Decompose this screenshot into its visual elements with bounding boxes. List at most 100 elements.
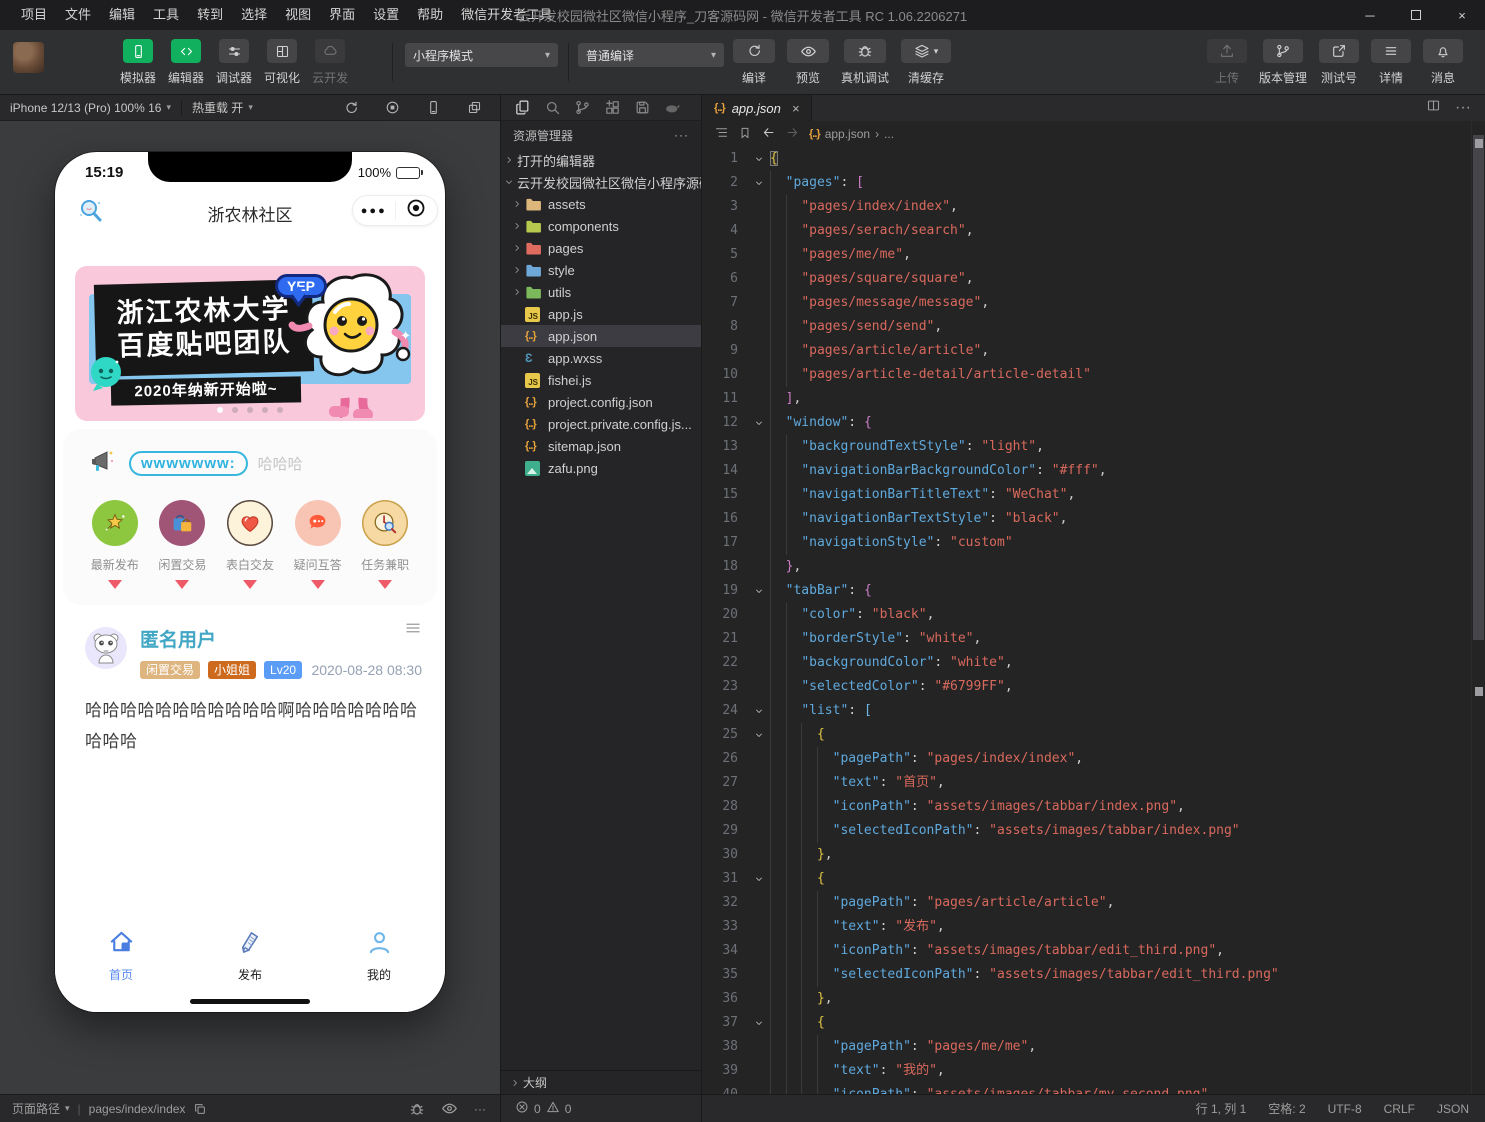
tab-app-json[interactable]: {..} app.json × — [702, 95, 812, 121]
code-line-1[interactable]: 1{ — [702, 147, 1471, 171]
file-item-components[interactable]: components — [501, 215, 701, 237]
more-actions-icon[interactable]: ··· — [474, 1102, 486, 1116]
editor-scrollbar[interactable] — [1471, 121, 1485, 1094]
file-item-app.wxss[interactable]: Ɛapp.wxss — [501, 347, 701, 369]
scrollbar-thumb[interactable] — [1473, 135, 1484, 640]
debug-icon[interactable] — [409, 1101, 425, 1117]
carousel-dot[interactable] — [232, 407, 238, 413]
capsule-more-button[interactable]: ●●● — [353, 205, 395, 217]
toolbar-button-可视化[interactable]: 可视化 — [264, 39, 300, 86]
file-item-sitemap.json[interactable]: {..}sitemap.json — [501, 435, 701, 457]
outline-section[interactable]: 大纲 — [501, 1070, 701, 1094]
bookmark-icon[interactable] — [738, 126, 752, 143]
code-line-5[interactable]: 5 "pages/me/me", — [702, 243, 1471, 267]
capsule-exit-button[interactable] — [396, 197, 438, 224]
fold-chevron-icon[interactable] — [748, 723, 770, 747]
toolbar-button-测试号[interactable]: 测试号 — [1319, 39, 1359, 86]
code-line-14[interactable]: 14 "navigationBarBackgroundColor": "#fff… — [702, 459, 1471, 483]
code-line-35[interactable]: 35 "selectedIconPath": "assets/images/ta… — [702, 963, 1471, 987]
code-line-16[interactable]: 16 "navigationBarTextStyle": "black", — [702, 507, 1471, 531]
indent-setting[interactable]: 空格: 2 — [1268, 1100, 1305, 1117]
code-line-2[interactable]: 2 "pages": [ — [702, 171, 1471, 195]
stop-icon[interactable] — [385, 100, 400, 116]
category-疑问互答[interactable]: 疑问互答 — [284, 500, 352, 589]
menu-item[interactable]: 项目 — [12, 0, 56, 30]
eol-setting[interactable]: CRLF — [1384, 1102, 1415, 1116]
toolbar-button-编译[interactable]: 编译 — [733, 39, 775, 86]
phone-tab-首页[interactable]: 首页 — [95, 929, 147, 1012]
post-card[interactable]: 匿名用户 闲置交易小姐姐Lv20 2020-08-28 08:30 哈哈哈哈哈哈… — [55, 605, 445, 757]
category-最新发布[interactable]: 最新发布 — [81, 500, 149, 589]
avatar[interactable] — [85, 627, 127, 674]
toolbar-button-模拟器[interactable]: 模拟器 — [120, 39, 156, 86]
file-item-app.js[interactable]: JSapp.js — [501, 303, 701, 325]
breadcrumb-file[interactable]: {..} app.json › ... — [809, 127, 894, 141]
carousel-dot[interactable] — [217, 407, 223, 413]
code-line-24[interactable]: 24 "list": [ — [702, 699, 1471, 723]
tree-project-root[interactable]: 云开发校园微社区微信小程序源码 — [501, 171, 701, 193]
user-avatar[interactable] — [13, 42, 44, 73]
menu-item[interactable]: 界面 — [320, 0, 364, 30]
code-line-11[interactable]: 11 ], — [702, 387, 1471, 411]
code-line-7[interactable]: 7 "pages/message/message", — [702, 291, 1471, 315]
toolbar-button-消息[interactable]: 消息 — [1423, 39, 1463, 86]
more-actions-icon[interactable]: ··· — [674, 128, 689, 142]
save-icon[interactable] — [634, 99, 651, 116]
toolbar-button-编辑器[interactable]: 编辑器 — [168, 39, 204, 86]
phone-icon[interactable] — [426, 100, 441, 116]
code-line-21[interactable]: 21 "borderStyle": "white", — [702, 627, 1471, 651]
toolbar-button-清缓存[interactable]: ▾清缓存 — [901, 39, 951, 86]
close-button[interactable]: × — [1439, 0, 1485, 30]
blocks-icon[interactable] — [604, 99, 621, 116]
toolbar-button-预览[interactable]: 预览 — [787, 39, 829, 86]
eye-icon[interactable] — [441, 1100, 458, 1117]
menu-item[interactable]: 帮助 — [408, 0, 452, 30]
toolbar-button-云开发[interactable]: 云开发 — [312, 39, 348, 86]
banner-carousel[interactable]: 浙江农林大学 百度贴吧团队 2020年纳新开始啦~ YEP ✦ ✦ — [75, 266, 425, 421]
code-line-37[interactable]: 37 { — [702, 1011, 1471, 1035]
language-mode[interactable]: JSON — [1437, 1102, 1469, 1116]
fold-chevron-icon[interactable] — [748, 867, 770, 891]
code-line-31[interactable]: 31 { — [702, 867, 1471, 891]
files-icon[interactable] — [514, 99, 531, 116]
file-item-zafu.png[interactable]: zafu.png — [501, 457, 701, 479]
menu-item[interactable]: 转到 — [188, 0, 232, 30]
toolbar-button-调试器[interactable]: 调试器 — [216, 39, 252, 86]
code-line-25[interactable]: 25 { — [702, 723, 1471, 747]
code-line-28[interactable]: 28 "iconPath": "assets/images/tabbar/ind… — [702, 795, 1471, 819]
code-area[interactable]: 1{2 "pages": [3 "pages/index/index",4 "p… — [702, 147, 1471, 1094]
menu-item[interactable]: 文件 — [56, 0, 100, 30]
more-actions-icon[interactable]: ··· — [1455, 99, 1471, 117]
windows-icon[interactable] — [467, 100, 482, 116]
code-line-33[interactable]: 33 "text": "发布", — [702, 915, 1471, 939]
code-line-40[interactable]: 40 "iconPath": "assets/images/tabbar/my_… — [702, 1083, 1471, 1094]
phone-tab-我的[interactable]: 我的 — [353, 929, 405, 1012]
encoding-setting[interactable]: UTF-8 — [1328, 1102, 1362, 1116]
announcement-row[interactable]: wwwwwww: 哈哈哈 — [63, 447, 437, 480]
file-item-assets[interactable]: assets — [501, 193, 701, 215]
code-line-3[interactable]: 3 "pages/index/index", — [702, 195, 1471, 219]
code-line-12[interactable]: 12 "window": { — [702, 411, 1471, 435]
code-line-23[interactable]: 23 "selectedColor": "#6799FF", — [702, 675, 1471, 699]
git-icon[interactable] — [574, 99, 591, 116]
menu-item[interactable]: 选择 — [232, 0, 276, 30]
code-line-20[interactable]: 20 "color": "black", — [702, 603, 1471, 627]
fold-chevron-icon[interactable] — [748, 1011, 770, 1035]
category-闲置交易[interactable]: 闲置交易 — [149, 500, 217, 589]
code-line-36[interactable]: 36 }, — [702, 987, 1471, 1011]
code-line-26[interactable]: 26 "pagePath": "pages/index/index", — [702, 747, 1471, 771]
category-任务兼职[interactable]: 任务兼职 — [351, 500, 419, 589]
code-line-30[interactable]: 30 }, — [702, 843, 1471, 867]
code-line-13[interactable]: 13 "backgroundTextStyle": "light", — [702, 435, 1471, 459]
file-item-project.config.json[interactable]: {..}project.config.json — [501, 391, 701, 413]
fold-chevron-icon[interactable] — [748, 147, 770, 171]
file-item-style[interactable]: style — [501, 259, 701, 281]
code-line-9[interactable]: 9 "pages/article/article", — [702, 339, 1471, 363]
fold-chevron-icon[interactable] — [748, 411, 770, 435]
category-表白交友[interactable]: 表白交友 — [216, 500, 284, 589]
search-icon[interactable] — [544, 99, 561, 116]
back-arrow-icon[interactable] — [761, 125, 776, 143]
mode-select[interactable]: 小程序模式 ▾ — [405, 43, 558, 67]
maximize-button[interactable] — [1393, 0, 1439, 30]
code-line-6[interactable]: 6 "pages/square/square", — [702, 267, 1471, 291]
